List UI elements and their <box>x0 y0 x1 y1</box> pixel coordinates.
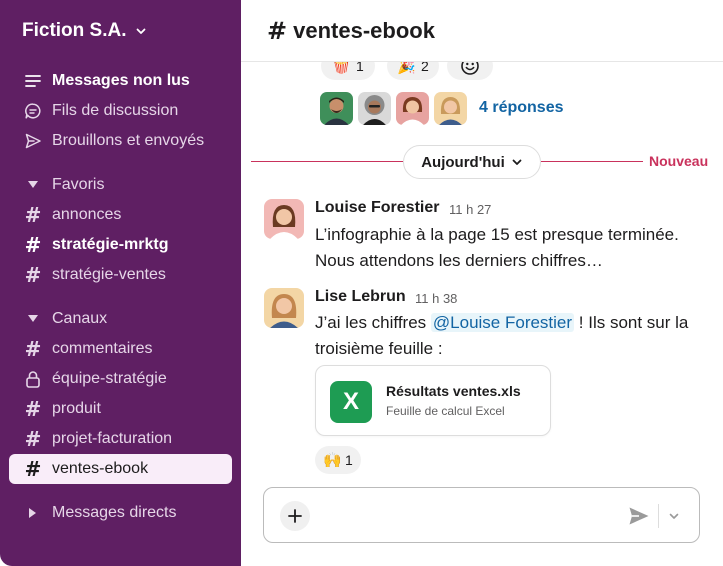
message-line: L’infographie à la page 15 est presque t… <box>315 225 679 244</box>
channel-view: 🍿 1 🎉 2 4 réponses Aujourd'hui Nouveau L… <box>241 0 723 566</box>
channel-title: ventes-ebook <box>293 17 435 43</box>
new-label: Nouveau <box>649 153 709 169</box>
message-timestamp[interactable]: 11 h 38 <box>415 291 457 306</box>
message-text: L’infographie à la page 15 est presque t… <box>315 222 679 274</box>
avatar[interactable] <box>320 92 353 125</box>
sidebar-item-drafts[interactable]: Brouillons et envoyés <box>9 126 232 156</box>
hash-icon: # <box>24 457 42 481</box>
avatar[interactable] <box>396 92 429 125</box>
unread-icon <box>23 71 43 91</box>
reaction-raised-hands[interactable]: 🙌 1 <box>315 446 361 474</box>
hash-icon: # <box>24 337 42 361</box>
message-line: J’ai les chiffres @Louise Forestier ! Il… <box>315 310 715 336</box>
sidebar-item-label: produit <box>52 400 101 417</box>
chevron-down-icon <box>135 25 147 37</box>
sidebar-item-threads[interactable]: Fils de discussion <box>9 96 232 126</box>
chevron-down-icon <box>511 156 523 168</box>
file-attachment[interactable]: X Résultats ventes.xls Feuille de calcul… <box>315 365 551 436</box>
hash-icon: # <box>24 397 42 421</box>
day-label: Aujourd'hui <box>421 153 505 171</box>
sidebar-item-label: ventes-ebook <box>52 460 149 477</box>
section-favorites-toggle[interactable]: Favoris <box>9 171 232 199</box>
threads-icon <box>23 101 43 121</box>
raised-hands-emoji: 🙌 <box>323 452 342 469</box>
attach-button[interactable] <box>280 501 310 531</box>
section-title: Canaux <box>52 310 108 327</box>
message-composer[interactable] <box>263 487 700 543</box>
sidebar-item-label: projet-facturation <box>52 430 173 447</box>
section-direct-messages-toggle[interactable]: Messages directs <box>9 499 232 527</box>
workspace-name: Fiction S.A. <box>22 20 127 41</box>
send-button[interactable] <box>627 504 651 528</box>
message-fragment: ! Ils sont sur la <box>574 313 689 332</box>
excel-file-icon: X <box>330 381 372 423</box>
hash-icon: # <box>24 203 42 227</box>
section-title: Favoris <box>52 176 105 193</box>
message-author[interactable]: Louise Forestier <box>315 199 439 217</box>
new-messages-divider <box>541 161 643 162</box>
section-title: Messages directs <box>52 504 177 521</box>
sidebar-item-commentaires[interactable]: # commentaires <box>9 334 232 364</box>
avatar[interactable] <box>434 92 467 125</box>
caret-right-icon <box>23 508 43 518</box>
sidebar-item-strategie-mrktg[interactable]: # stratégie-mrktg <box>9 230 232 260</box>
message-text: J’ai les chiffres @Louise Forestier ! Il… <box>315 310 715 362</box>
hash-icon: # <box>24 427 42 451</box>
sidebar: Fiction S.A. Messages non lus Fils de di… <box>0 0 241 566</box>
message-line: troisième feuille : <box>315 339 443 358</box>
sidebar-item-produit[interactable]: # produit <box>9 394 232 424</box>
sidebar-item-label: Fils de discussion <box>52 102 179 119</box>
avatar[interactable] <box>264 288 304 328</box>
avatar[interactable] <box>264 199 304 239</box>
channel-header[interactable]: # ventes-ebook <box>241 0 723 62</box>
thread-replies-link[interactable]: 4 réponses <box>479 99 563 117</box>
file-type: Feuille de calcul Excel <box>386 404 505 418</box>
message-fragment: J’ai les chiffres <box>315 313 431 332</box>
message-author[interactable]: Lise Lebrun <box>315 288 406 306</box>
sidebar-item-label: stratégie-mrktg <box>52 236 169 253</box>
sidebar-item-annonces[interactable]: # annonces <box>9 200 232 230</box>
sidebar-item-label: Brouillons et envoyés <box>52 132 205 149</box>
plus-icon <box>287 508 303 524</box>
sidebar-item-label: stratégie-ventes <box>52 266 166 283</box>
sidebar-item-strategie-ventes[interactable]: # stratégie-ventes <box>9 260 232 290</box>
sidebar-item-projet-facturation[interactable]: # projet-facturation <box>9 424 232 454</box>
divider <box>658 504 659 528</box>
section-channels-toggle[interactable]: Canaux <box>9 305 232 333</box>
avatar[interactable] <box>358 92 391 125</box>
sidebar-item-equipe-strategie[interactable]: équipe-stratégie <box>9 364 232 394</box>
new-messages-divider <box>251 161 403 162</box>
hash-icon: # <box>24 263 42 287</box>
lock-icon <box>23 369 43 389</box>
hash-icon: # <box>267 16 288 45</box>
sidebar-item-label: annonces <box>52 206 122 223</box>
reaction-count: 1 <box>344 452 353 468</box>
file-name: Résultats ventes.xls <box>386 383 521 399</box>
message-line: Nous attendons les derniers chiffres… <box>315 251 603 270</box>
message-timestamp[interactable]: 11 h 27 <box>449 202 491 217</box>
sidebar-item-ventes-ebook[interactable]: # ventes-ebook <box>9 454 232 484</box>
workspace-switcher[interactable]: Fiction S.A. <box>22 20 147 42</box>
jump-to-date-button[interactable]: Aujourd'hui <box>403 145 541 179</box>
send-icon <box>23 131 43 151</box>
caret-down-icon <box>23 181 43 189</box>
hash-icon: # <box>24 233 42 257</box>
sidebar-item-unread[interactable]: Messages non lus <box>9 66 232 96</box>
user-mention[interactable]: @Louise Forestier <box>430 313 575 332</box>
caret-down-icon <box>23 315 43 323</box>
sidebar-item-label: équipe-stratégie <box>52 370 167 387</box>
send-options-chevron-icon[interactable] <box>666 508 682 524</box>
sidebar-item-label: Messages non lus <box>52 72 190 89</box>
sidebar-item-label: commentaires <box>52 340 153 357</box>
